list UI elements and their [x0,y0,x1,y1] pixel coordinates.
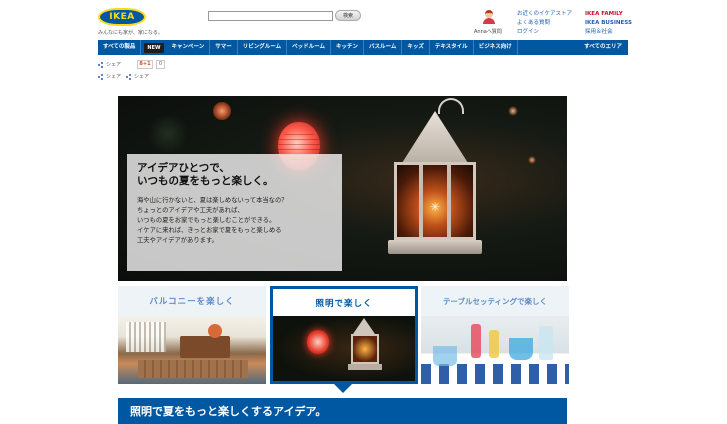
share-link-2[interactable]: シェア [98,73,121,80]
hero-body-line: ちょっとのアイデアや工夫があれば、 [137,207,244,214]
nav-business[interactable]: ビジネス向け [474,40,518,55]
tab-lighting-label: 照明で楽しく [315,298,373,309]
share-icon [126,73,132,80]
share-link-3[interactable]: シェア [126,73,149,80]
hero-body: 海や山に行かないと、夏は楽しめないって本当なの？ ちょっとのアイデアや工夫があれ… [137,196,332,246]
nav-kitchen[interactable]: キッチン [331,40,364,55]
logo-text: IKEA [109,12,135,22]
hero-banner: ✳ アイデアひとつで、 いつもの夏をもっと楽しく。 海や山に行かないと、夏は楽し… [118,96,567,281]
tab-balcony[interactable]: バルコニーを楽しく [118,286,266,384]
ask-anna-link[interactable]: Annaへ質問 [474,28,502,35]
balcony-thumbnail [118,316,266,384]
anna-avatar-icon[interactable] [483,10,495,24]
share-link-1[interactable]: シェア [98,61,121,68]
share-icon [98,61,104,68]
header-links: お近くのイケアストア よくある質問 ログイン [517,10,572,37]
tagline: みんなにも家が、家になる。 [98,30,163,36]
hero-title-line2: いつもの夏をもっと楽しく。 [137,175,274,187]
share-label: シェア [106,62,122,68]
recruit-link[interactable]: 採用＆社会 [585,28,632,37]
share-icon [98,73,104,80]
nav-summer[interactable]: サマー [210,40,238,55]
share-label: シェア [134,74,150,80]
hero-title-line1: アイデアひとつで、 [137,162,230,174]
nav-bathroom[interactable]: バスルーム [364,40,403,55]
google-plus-button[interactable]: 8+1 [137,60,153,69]
hero-text-box: アイデアひとつで、 いつもの夏をもっと楽しく。 海や山に行かないと、夏は楽しめな… [127,154,342,271]
table-setting-thumbnail [421,316,569,384]
tab-table-setting[interactable]: テーブルセッティングで楽しく [421,286,569,384]
search-button[interactable]: 検索 [335,10,361,21]
hero-body-line: いつもの夏をお家でもっと楽しむことができる。 [137,217,276,224]
share-label: シェア [106,74,122,80]
nav-all-products[interactable]: すべての製品 [98,40,142,55]
section-header: 照明で夏をもっと楽しくするアイデア。 [118,398,567,424]
tab-lighting[interactable]: 照明で楽しく [270,286,418,384]
tab-balcony-label: バルコニーを楽しく [149,297,235,307]
hero-body-line: イケアに来れば、きっとお家で夏をもっと楽しめる [137,227,282,234]
hero-body-line: 海や山に行かないと、夏は楽しめないって本当なの？ [137,197,288,204]
store-link[interactable]: お近くのイケアストア [517,10,572,19]
faq-link[interactable]: よくある質問 [517,19,572,28]
tab-table-setting-label: テーブルセッティングで楽しく [442,296,548,306]
nav-textile[interactable]: テキスタイル [430,40,474,55]
nav-all-areas[interactable]: すべてのエリア [578,40,628,55]
new-badge: NEW [144,42,164,53]
ikea-business-link[interactable]: IKEA BUSINESS [585,19,632,28]
section-title: 照明で夏をもっと楽しくするアイデア。 [130,405,327,418]
main-nav: すべての製品 NEW キャンペーン サマー リビングルーム ベッドルーム キッチ… [98,40,628,55]
login-link[interactable]: ログイン [517,28,572,37]
nav-kids[interactable]: キッズ [402,40,430,55]
nav-bedroom[interactable]: ベッドルーム [287,40,331,55]
lantern-handle [438,98,464,114]
lighting-thumbnail [273,316,415,381]
nav-living-room[interactable]: リビングルーム [238,40,288,55]
search-input[interactable] [208,11,333,21]
star-icon: ✳ [430,200,441,214]
ikea-logo[interactable]: IKEA [98,8,146,26]
google-plus-count: 0 [156,60,165,69]
lantern-roof [402,111,468,163]
active-tab-arrow [334,384,352,393]
lantern-base [388,240,482,254]
program-links: IKEA FAMILY IKEA BUSINESS 採用＆社会 [585,10,632,37]
nav-campaign[interactable]: キャンペーン [167,40,211,55]
hero-body-line: 工夫やアイデアがあります。 [137,237,218,244]
ikea-family-link[interactable]: IKEA FAMILY [585,10,632,19]
